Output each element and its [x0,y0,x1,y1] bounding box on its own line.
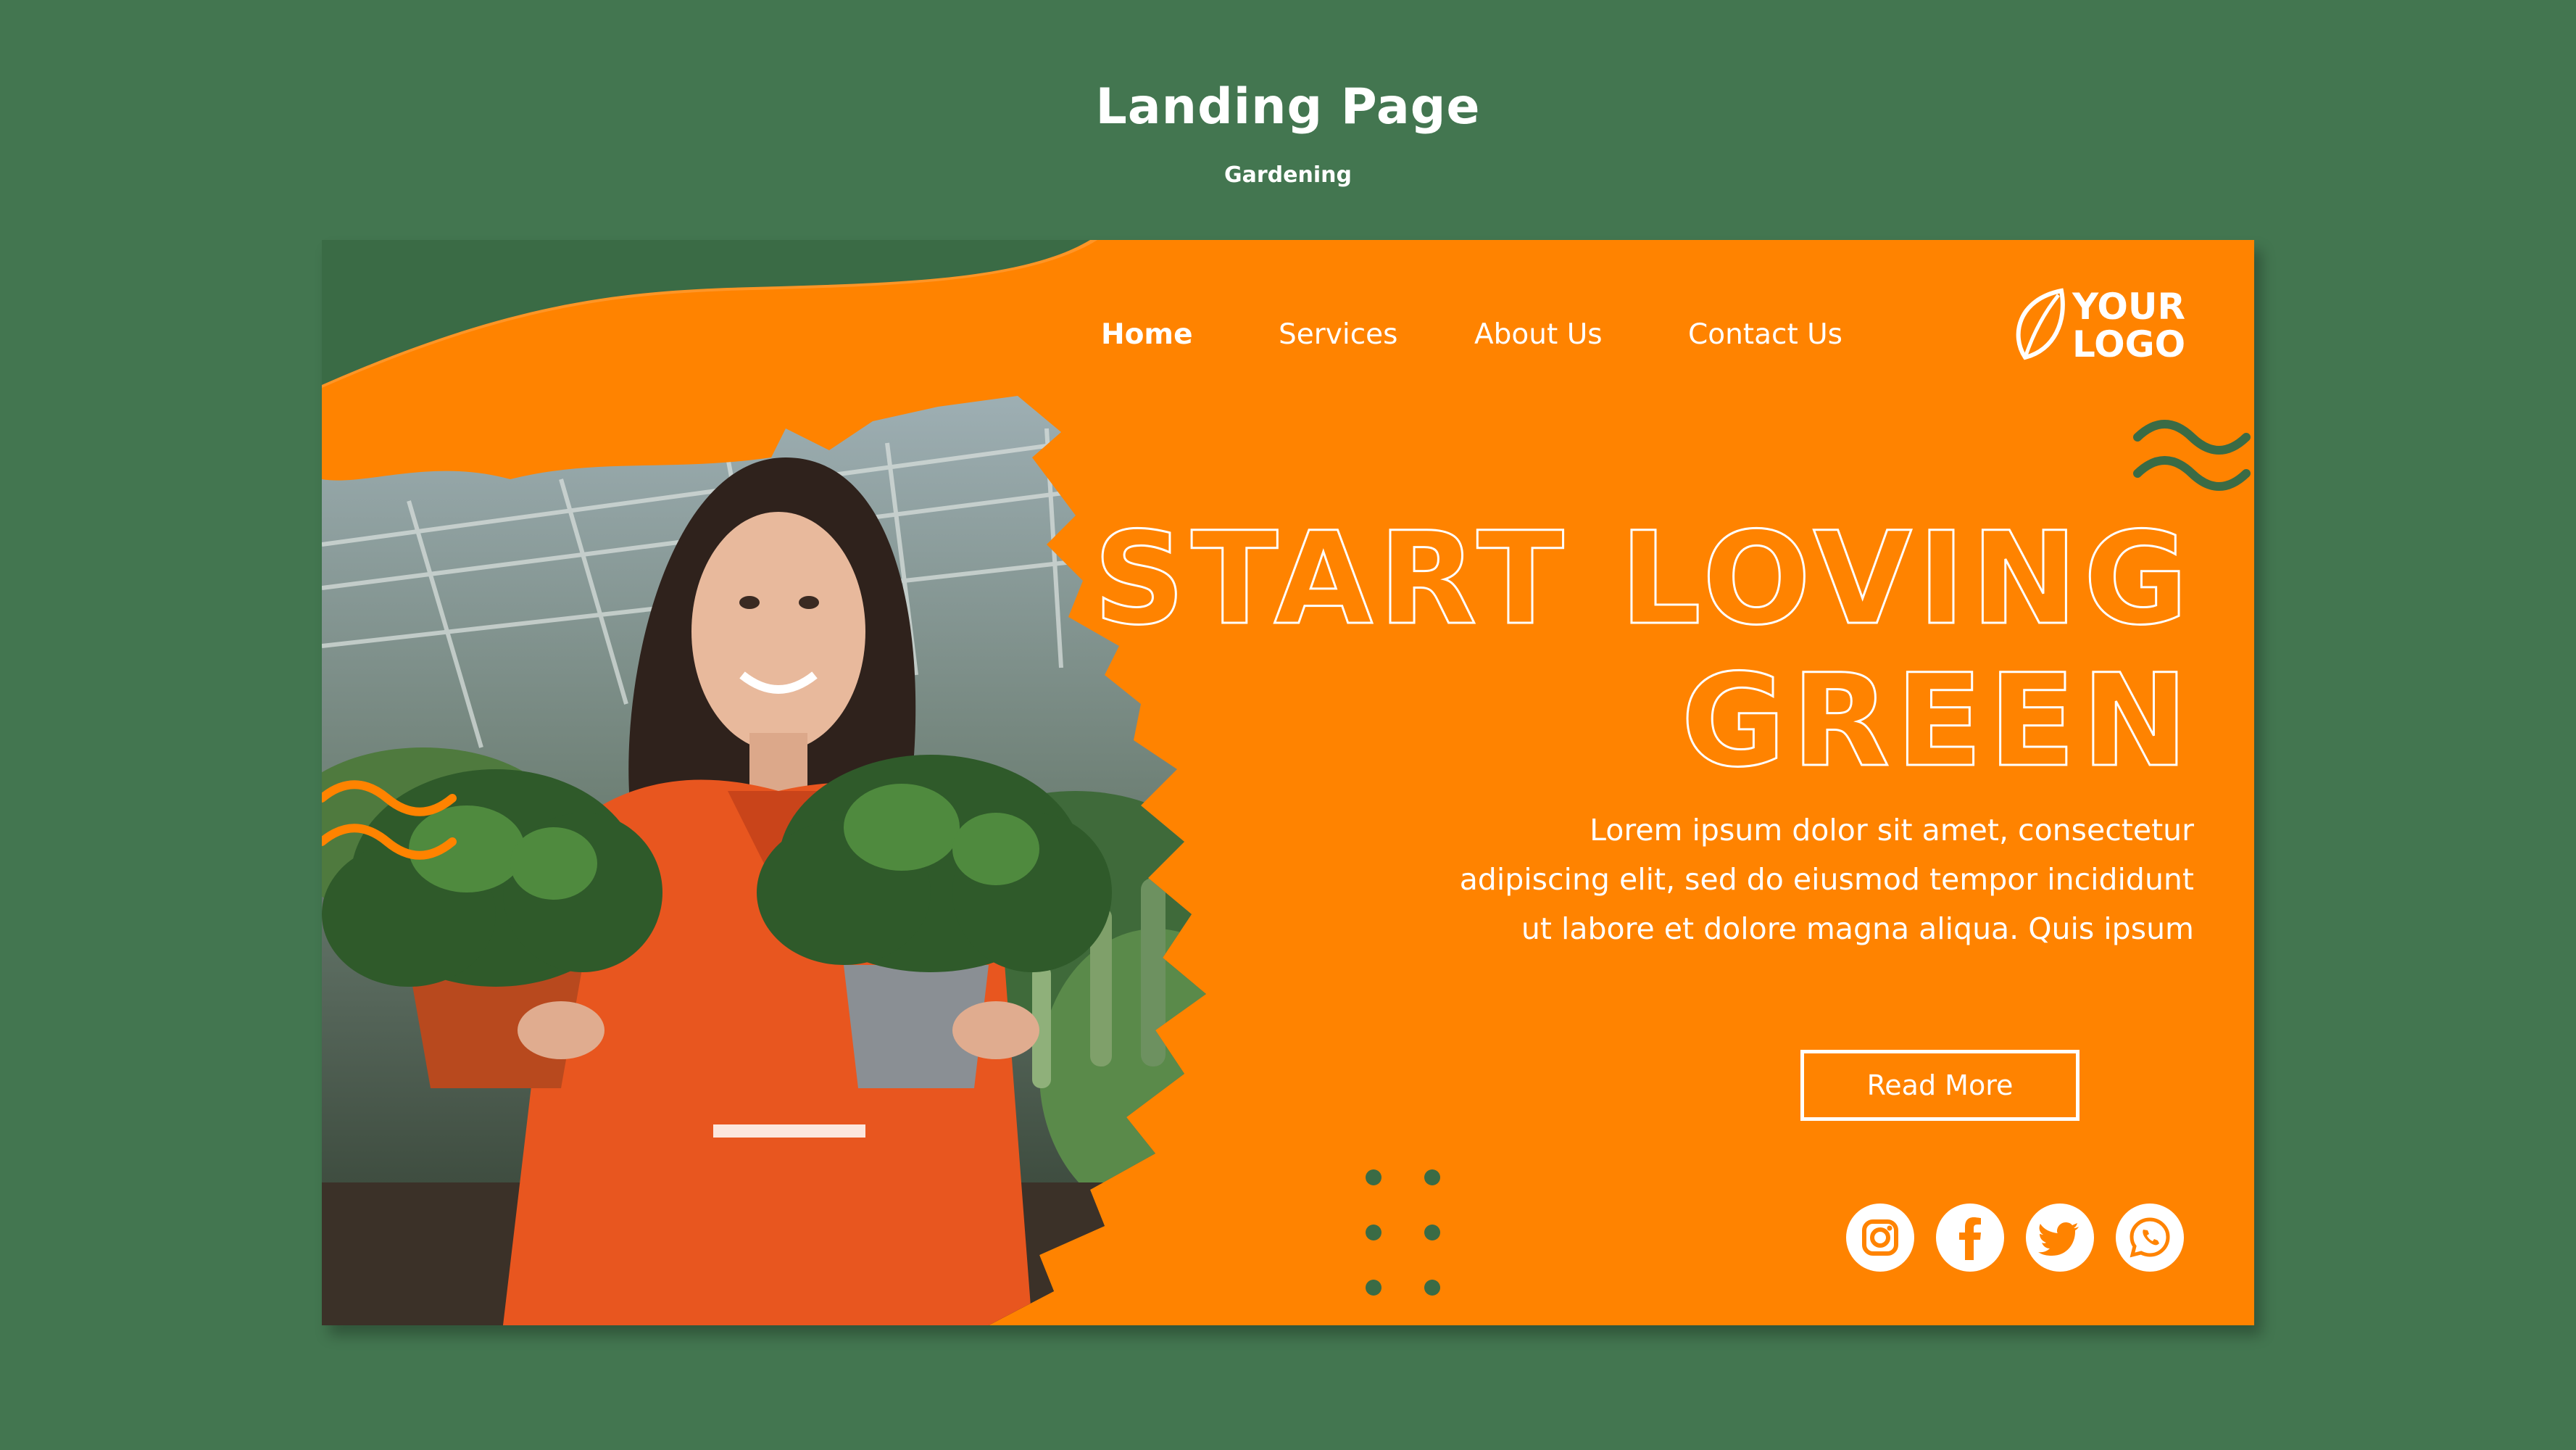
hero-body-text: Lorem ipsum dolor sit amet, consectetur … [1397,805,2194,953]
facebook-link[interactable] [1936,1204,2004,1272]
twitter-link[interactable] [2026,1204,2094,1272]
nav-home[interactable]: Home [1101,318,1193,351]
headline-line-2: GREEN [1680,647,2194,795]
headline-line-1: START LOVING [1092,505,2194,653]
read-more-button[interactable]: Read More [1800,1050,2080,1121]
whatsapp-icon [2116,1204,2184,1272]
facebook-icon [1936,1204,2004,1272]
page-title: Landing Page [1095,78,1481,136]
landing-card: Home Services About Us Contact Us YOUR L… [322,240,2254,1325]
instagram-icon [1846,1204,1914,1272]
leaf-icon [2016,288,2065,360]
logo-text: YOUR LOGO [2072,288,2185,363]
body-line-3: ut labore et dolore magna aliqua. Quis i… [1521,911,2194,946]
logo-line-1: YOUR [2072,286,2186,328]
nav-contact-us[interactable]: Contact Us [1688,318,1842,351]
dot-grid [1366,1169,1440,1296]
nav-about-us[interactable]: About Us [1474,318,1603,351]
main-nav: Home Services About Us Contact Us [322,318,2254,376]
twitter-icon [2026,1204,2094,1272]
body-line-1: Lorem ipsum dolor sit amet, consectetur [1590,813,2194,848]
squiggle-right [2133,420,2251,491]
whatsapp-link[interactable] [2116,1204,2184,1272]
brand-logo[interactable]: YOUR LOGO [2011,285,2199,372]
hero-headline: START LOVING GREEN [1092,505,2194,795]
page-subtitle: Gardening [1224,162,1352,188]
nav-services[interactable]: Services [1279,318,1397,351]
logo-line-2: LOGO [2072,323,2186,365]
body-line-2: adipiscing elit, sed do eiusmod tempor i… [1459,862,2194,897]
instagram-link[interactable] [1846,1204,1914,1272]
